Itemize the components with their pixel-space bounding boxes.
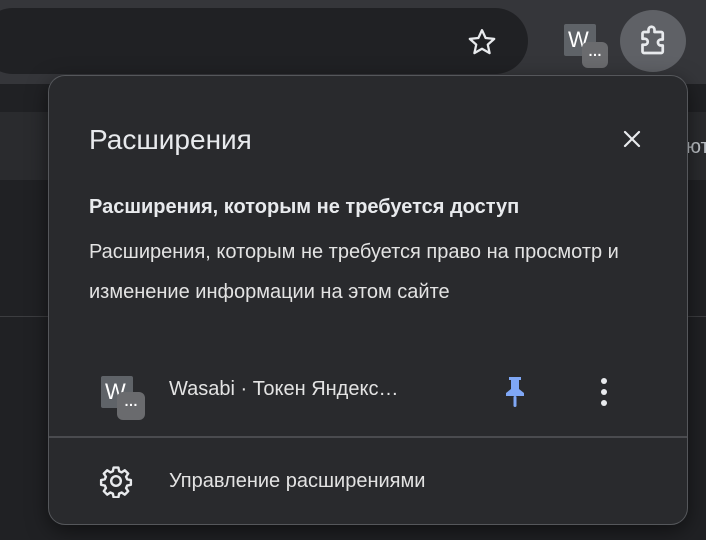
divider xyxy=(49,436,687,438)
popup-title: Расширения xyxy=(89,124,252,155)
address-bar[interactable] xyxy=(0,8,528,74)
pin-icon xyxy=(506,377,524,407)
close-icon xyxy=(623,130,641,148)
manage-extensions-item[interactable]: Управление расширениями xyxy=(49,456,687,508)
section-heading: Расширения, которым не требуется доступ xyxy=(89,196,520,218)
page-peek-text: ют xyxy=(686,136,706,158)
bookmark-star-icon[interactable] xyxy=(462,22,502,62)
gear-icon xyxy=(99,466,133,498)
extension-badge: … xyxy=(582,42,608,68)
manage-extensions-label: Управление расширениями xyxy=(169,470,426,492)
toolbar-extension-wasabi[interactable]: W … xyxy=(564,24,608,68)
more-vert-icon xyxy=(601,378,607,406)
more-options-button[interactable] xyxy=(589,374,619,410)
puzzle-icon xyxy=(641,25,665,55)
extension-row-wasabi[interactable]: W … Wasabi · Токен Яндекс… xyxy=(49,364,687,420)
extension-name: Wasabi · Токен Яндекс… xyxy=(169,378,399,400)
section-description: Расширения, которым не требуется право н… xyxy=(89,241,619,303)
browser-toolbar: W … xyxy=(0,0,706,84)
extension-badge: … xyxy=(117,392,145,420)
close-button[interactable] xyxy=(615,122,649,156)
extensions-popup: Расширения Расширения, которым не требуе… xyxy=(49,76,687,524)
extensions-menu-button[interactable] xyxy=(620,10,686,72)
extension-icon: W … xyxy=(101,376,145,420)
pin-button[interactable] xyxy=(499,374,531,410)
